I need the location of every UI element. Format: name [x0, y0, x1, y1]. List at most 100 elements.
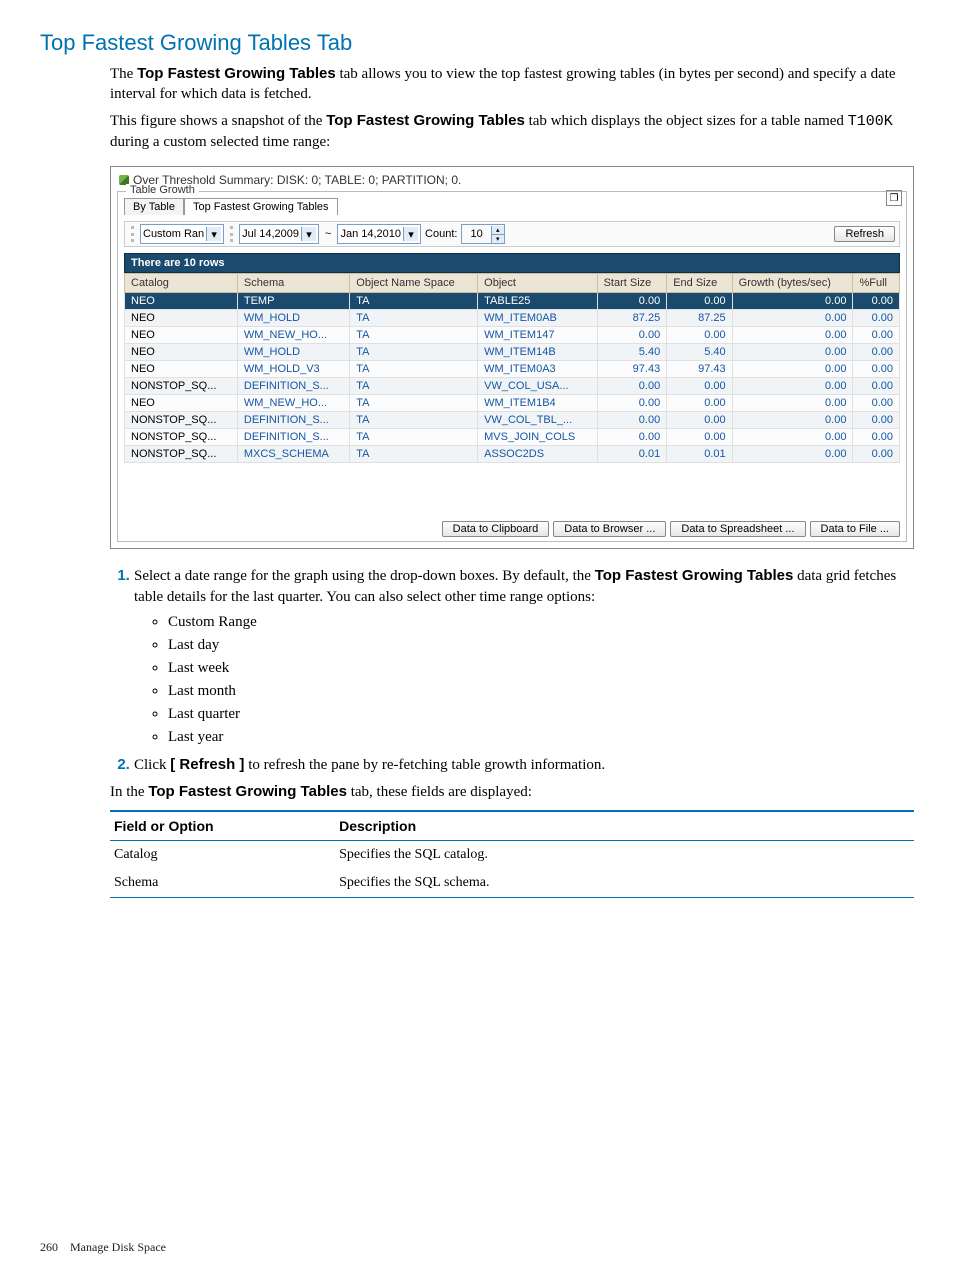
table-header-cell[interactable]: Object [478, 274, 597, 293]
export-button[interactable]: Data to Browser ... [553, 521, 666, 537]
table-cell: TA [350, 344, 478, 361]
table-header-cell[interactable]: Object Name Space [350, 274, 478, 293]
tab-top-fastest[interactable]: Top Fastest Growing Tables [184, 198, 338, 215]
table-header-cell[interactable]: Catalog [125, 274, 238, 293]
table-cell: NEO [125, 361, 238, 378]
table-row[interactable]: NEOWM_HOLD_V3TAWM_ITEM0A397.4397.430.000… [125, 361, 900, 378]
table-cell: NEO [125, 327, 238, 344]
table-cell: 5.40 [597, 344, 667, 361]
table-cell: NONSTOP_SQ... [125, 446, 238, 463]
table-row[interactable]: NEOWM_NEW_HO...TAWM_ITEM1470.000.000.000… [125, 327, 900, 344]
table-cell: 87.25 [597, 310, 667, 327]
table-header-cell[interactable]: Growth (bytes/sec) [732, 274, 853, 293]
table-cell: 0.00 [853, 395, 900, 412]
gripper-icon[interactable] [131, 226, 134, 242]
table-row[interactable]: NONSTOP_SQ...DEFINITION_S...TAMVS_JOIN_C… [125, 429, 900, 446]
export-button[interactable]: Data to Clipboard [442, 521, 550, 537]
fields-intro: In the Top Fastest Growing Tables tab, t… [110, 782, 914, 802]
table-cell: NONSTOP_SQ... [125, 412, 238, 429]
table-cell: 0.00 [732, 310, 853, 327]
table-cell: NEO [125, 344, 238, 361]
table-cell: WM_ITEM0AB [478, 310, 597, 327]
range-dropdown[interactable]: Custom Ran ▾ [140, 224, 224, 244]
table-row[interactable]: NONSTOP_SQ...DEFINITION_S...TAVW_COL_USA… [125, 378, 900, 395]
table-row[interactable]: NONSTOP_SQ...DEFINITION_S...TAVW_COL_TBL… [125, 412, 900, 429]
table-cell: 0.00 [732, 412, 853, 429]
count-label: Count: [425, 228, 457, 240]
date-to-picker[interactable]: Jan 14,2010 ▾ [337, 224, 421, 244]
bold-text: Top Fastest Growing Tables [148, 783, 347, 800]
text: to refresh the pane by re-fetching table… [248, 757, 605, 773]
table-row[interactable]: NONSTOP_SQ...MXCS_SCHEMATAASSOC2DS0.010.… [125, 446, 900, 463]
table-cell: TA [350, 412, 478, 429]
table-cell: 0.00 [732, 429, 853, 446]
table-cell: 97.43 [597, 361, 667, 378]
count-spinner[interactable]: 10 ▴ ▾ [461, 224, 504, 244]
list-item: Last quarter [168, 704, 914, 725]
table-cell: TA [350, 378, 478, 395]
step-1: Select a date range for the graph using … [134, 565, 914, 748]
row-count-bar: There are 10 rows [124, 253, 900, 273]
gripper-icon[interactable] [230, 226, 233, 242]
table-cell: WM_ITEM14B [478, 344, 597, 361]
table-cell: 0.00 [732, 395, 853, 412]
tab-by-table[interactable]: By Table [124, 198, 184, 215]
list-item: Custom Range [168, 612, 914, 633]
table-cell: TEMP [237, 293, 349, 310]
export-button[interactable]: Data to Spreadsheet ... [670, 521, 805, 537]
table-header-row: CatalogSchemaObject Name SpaceObjectStar… [125, 274, 900, 293]
table-cell: 0.00 [667, 327, 732, 344]
table-cell: 0.00 [853, 310, 900, 327]
table-cell: 0.00 [597, 412, 667, 429]
table-header-cell[interactable]: Schema [237, 274, 349, 293]
bold-text: Top Fastest Growing Tables [595, 567, 794, 584]
chevron-down-icon: ▾ [206, 227, 221, 241]
table-cell: VW_COL_TBL_... [478, 412, 597, 429]
table-cell: 0.00 [732, 361, 853, 378]
table-cell: WM_NEW_HO... [237, 327, 349, 344]
table-cell: MXCS_SCHEMA [237, 446, 349, 463]
chevron-up-icon[interactable]: ▴ [492, 226, 504, 235]
table-row: SchemaSpecifies the SQL schema. [110, 869, 914, 898]
table-cell: 0.00 [597, 378, 667, 395]
table-cell: ASSOC2DS [478, 446, 597, 463]
maximize-icon[interactable]: ❐ [886, 190, 902, 206]
table-row[interactable]: NEOWM_NEW_HO...TAWM_ITEM1B40.000.000.000… [125, 395, 900, 412]
table-header-cell[interactable]: %Full [853, 274, 900, 293]
range-options-list: Custom RangeLast dayLast weekLast monthL… [154, 612, 914, 748]
refresh-button[interactable]: Refresh [834, 226, 895, 242]
table-cell: TA [350, 429, 478, 446]
table-row[interactable]: NEOTEMPTATABLE250.000.000.000.00 [125, 293, 900, 310]
field-desc-cell: Specifies the SQL schema. [335, 869, 914, 898]
table-cell: NEO [125, 395, 238, 412]
table-header-cell[interactable]: End Size [667, 274, 732, 293]
table-cell: 0.00 [853, 327, 900, 344]
table-cell: TABLE25 [478, 293, 597, 310]
table-cell: 0.00 [853, 429, 900, 446]
table-cell: 97.43 [667, 361, 732, 378]
table-header-cell[interactable]: Start Size [597, 274, 667, 293]
export-button[interactable]: Data to File ... [810, 521, 900, 537]
toolbar: Custom Ran ▾ Jul 14,2009 ▾ ~ Jan 14,2010… [124, 221, 900, 247]
text: tab which displays the object sizes for … [529, 113, 848, 129]
table-cell: WM_HOLD_V3 [237, 361, 349, 378]
table-cell: 5.40 [667, 344, 732, 361]
chevron-down-icon[interactable]: ▾ [492, 235, 504, 243]
text: The [110, 66, 137, 82]
page-number: 260 [40, 1240, 58, 1254]
bold-text: Top Fastest Growing Tables [326, 112, 525, 129]
date-from-value: Jul 14,2009 [242, 228, 299, 240]
field-name-cell: Schema [110, 869, 335, 898]
page-title: Top Fastest Growing Tables Tab [40, 30, 914, 56]
table-cell: NONSTOP_SQ... [125, 429, 238, 446]
table-cell: 0.00 [853, 361, 900, 378]
table-cell: 0.00 [667, 378, 732, 395]
text: during a custom selected time range: [110, 134, 330, 150]
table-row[interactable]: NEOWM_HOLDTAWM_ITEM0AB87.2587.250.000.00 [125, 310, 900, 327]
date-from-picker[interactable]: Jul 14,2009 ▾ [239, 224, 319, 244]
description-header: Description [335, 811, 914, 841]
text: This figure shows a snapshot of the [110, 113, 326, 129]
table-cell: 0.00 [597, 293, 667, 310]
table-row[interactable]: NEOWM_HOLDTAWM_ITEM14B5.405.400.000.00 [125, 344, 900, 361]
window-title: Over Threshold Summary: DISK: 0; TABLE: … [117, 171, 907, 187]
